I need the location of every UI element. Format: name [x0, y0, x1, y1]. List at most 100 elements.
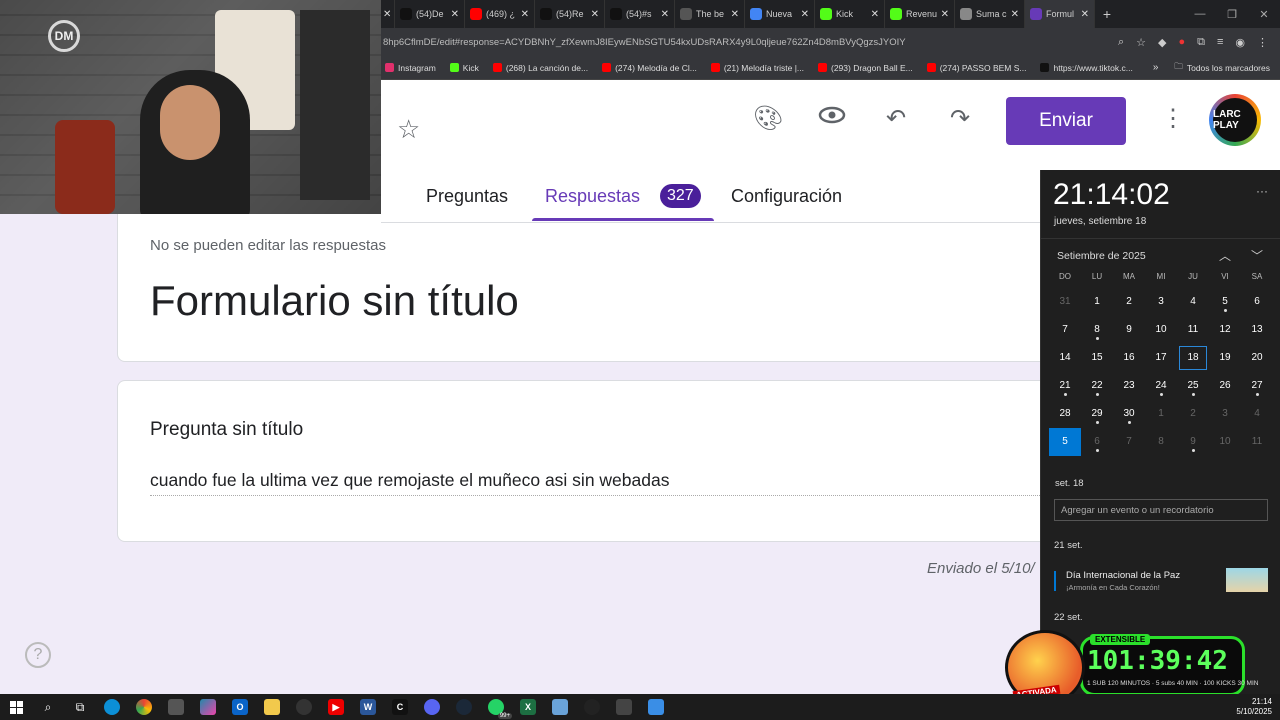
tab-close-icon[interactable]: ✕	[801, 9, 809, 20]
calendar-day[interactable]: 21	[1049, 372, 1081, 400]
calendar-day[interactable]: 9	[1113, 316, 1145, 344]
calendar-day[interactable]: 23	[1113, 372, 1145, 400]
tab-close-icon[interactable]: ✕	[521, 9, 529, 20]
paint-icon[interactable]	[640, 694, 672, 720]
calendar-day[interactable]: 2	[1177, 400, 1209, 428]
browser-tab[interactable]: (54)De ✕	[395, 0, 465, 28]
tab-questions[interactable]: Preguntas	[426, 186, 508, 207]
star-icon[interactable]: ☆	[397, 114, 420, 145]
calendar-day[interactable]: 20	[1241, 344, 1273, 372]
calendar-day[interactable]: 13	[1241, 316, 1273, 344]
browser-tab[interactable]: Kick ✕	[815, 0, 885, 28]
calendar-day[interactable]: 30	[1113, 400, 1145, 428]
clock-date[interactable]: jueves, setiembre 18	[1054, 216, 1146, 227]
chevron-down-icon[interactable]: ﹀	[1251, 247, 1263, 264]
excel-icon[interactable]: X	[512, 694, 544, 720]
calendar-day[interactable]: 17	[1145, 344, 1177, 372]
calendar-day[interactable]: 16	[1113, 344, 1145, 372]
calendar-day[interactable]: 2	[1113, 288, 1145, 316]
tab-close-icon[interactable]: ✕	[871, 9, 879, 20]
calendar-day[interactable]: 25	[1177, 372, 1209, 400]
calendar-day[interactable]: 5	[1049, 428, 1081, 456]
bookmark-item[interactable]: (21) Melodía triste |...	[710, 63, 804, 73]
outlook-icon[interactable]: O	[224, 694, 256, 720]
url-field[interactable]: 8hp6CflmDE/edit#response=ACYDBNhY_zfXewm…	[381, 37, 1118, 48]
youtube-icon[interactable]: ▶	[320, 694, 352, 720]
chevron-up-icon[interactable]: ︿	[1219, 247, 1231, 264]
puzzle-icon[interactable]: ⧉	[1197, 36, 1205, 49]
calendar-day[interactable]: 12	[1209, 316, 1241, 344]
more-options-icon[interactable]: ⋮	[1161, 104, 1185, 133]
avatar[interactable]: LARC PLAY	[1209, 94, 1261, 146]
close-window-icon[interactable]: ✕	[1248, 8, 1280, 21]
bookmarks-overflow-icon[interactable]: »	[1153, 62, 1159, 73]
browser-tab[interactable]: Nueva ✕	[745, 0, 815, 28]
bookmark-item[interactable]: (274) PASSO BEM S...	[926, 63, 1026, 73]
calendar-day[interactable]: 29	[1081, 400, 1113, 428]
calendar-day[interactable]: 8	[1145, 428, 1177, 456]
tab-close-icon[interactable]: ✕	[1081, 9, 1089, 20]
tab-close-icon[interactable]: ✕	[451, 9, 459, 20]
file-explorer-icon[interactable]	[256, 694, 288, 720]
calendar-day[interactable]: 11	[1177, 316, 1209, 344]
all-bookmarks[interactable]: 🗀 Todos los marcadores	[1174, 61, 1280, 75]
more-icon[interactable]: ···	[1256, 184, 1268, 198]
calendar-day[interactable]: 3	[1209, 400, 1241, 428]
tab-close-partial[interactable]: ✕	[381, 0, 395, 28]
task-view-icon[interactable]: ⧉	[64, 694, 96, 720]
bookmark-item[interactable]: (274) Melodía de Cl...	[602, 63, 697, 73]
calendar-day[interactable]: 10	[1209, 428, 1241, 456]
minimize-icon[interactable]: —	[1184, 8, 1216, 21]
bookmark-item[interactable]: (268) La canción de...	[492, 63, 588, 73]
calendar-day[interactable]: 4	[1177, 288, 1209, 316]
month-label[interactable]: Setiembre de 2025	[1057, 250, 1146, 262]
notepad-icon[interactable]	[544, 694, 576, 720]
tab-close-icon[interactable]: ✕	[941, 9, 949, 20]
undo-icon[interactable]: ↶	[881, 104, 911, 133]
browser-tab[interactable]: (469) ¿ ✕	[465, 0, 535, 28]
calendar-day[interactable]: 28	[1049, 400, 1081, 428]
calendar-day[interactable]: 14	[1049, 344, 1081, 372]
whatsapp-icon[interactable]: 99+	[480, 694, 512, 720]
browser-tab[interactable]: Suma c ✕	[955, 0, 1025, 28]
browser-tab[interactable]: Formul ✕	[1025, 0, 1095, 28]
bookmark-item[interactable]: https://www.tiktok.c...	[1040, 63, 1133, 73]
browser-tab[interactable]: The be ✕	[675, 0, 745, 28]
discord-icon[interactable]	[416, 694, 448, 720]
redo-icon[interactable]: ↷	[945, 104, 975, 133]
steam-icon[interactable]	[448, 694, 480, 720]
tab-close-icon[interactable]: ✕	[1011, 9, 1019, 20]
calendar-day[interactable]: 15	[1081, 344, 1113, 372]
calendar-day[interactable]: 10	[1145, 316, 1177, 344]
browser-tab[interactable]: (54)Re ✕	[535, 0, 605, 28]
calendar-day[interactable]: 11	[1241, 428, 1273, 456]
menu-icon[interactable]: ⋮	[1257, 36, 1268, 49]
calendar-day[interactable]: 8	[1081, 316, 1113, 344]
calculator-icon[interactable]	[160, 694, 192, 720]
bookmark-item[interactable]: Kick	[449, 63, 479, 73]
tab-settings[interactable]: Configuración	[731, 186, 842, 207]
browser-tab[interactable]: (54)#s ✕	[605, 0, 675, 28]
add-event-input[interactable]: Agregar un evento o un recordatorio	[1054, 499, 1268, 521]
preview-eye-icon[interactable]	[817, 104, 847, 132]
calendar-day[interactable]: 4	[1241, 400, 1273, 428]
calendar-day[interactable]: 9	[1177, 428, 1209, 456]
calendar-day[interactable]: 7	[1049, 316, 1081, 344]
streamlabs-icon[interactable]	[576, 694, 608, 720]
calendar-day[interactable]: 19	[1209, 344, 1241, 372]
calendar-day[interactable]: 1	[1081, 288, 1113, 316]
windows-start-icon[interactable]	[0, 694, 32, 720]
new-tab-button[interactable]: +	[1095, 6, 1119, 22]
search-icon[interactable]: ⌕	[32, 694, 64, 720]
chrome-icon[interactable]	[128, 694, 160, 720]
system-tray-clock[interactable]: 21:14 5/10/2025	[1236, 697, 1280, 717]
edge-icon[interactable]	[96, 694, 128, 720]
word-icon[interactable]: W	[352, 694, 384, 720]
calculator-app-icon[interactable]	[608, 694, 640, 720]
calendar-day[interactable]: 7	[1113, 428, 1145, 456]
calendar-day[interactable]: 1	[1145, 400, 1177, 428]
media-icon[interactable]: ≡	[1217, 36, 1223, 49]
calendar-day[interactable]: 6	[1081, 428, 1113, 456]
extension-red-icon[interactable]: ●	[1178, 36, 1185, 49]
bookmark-item[interactable]: Instagram	[385, 63, 436, 73]
